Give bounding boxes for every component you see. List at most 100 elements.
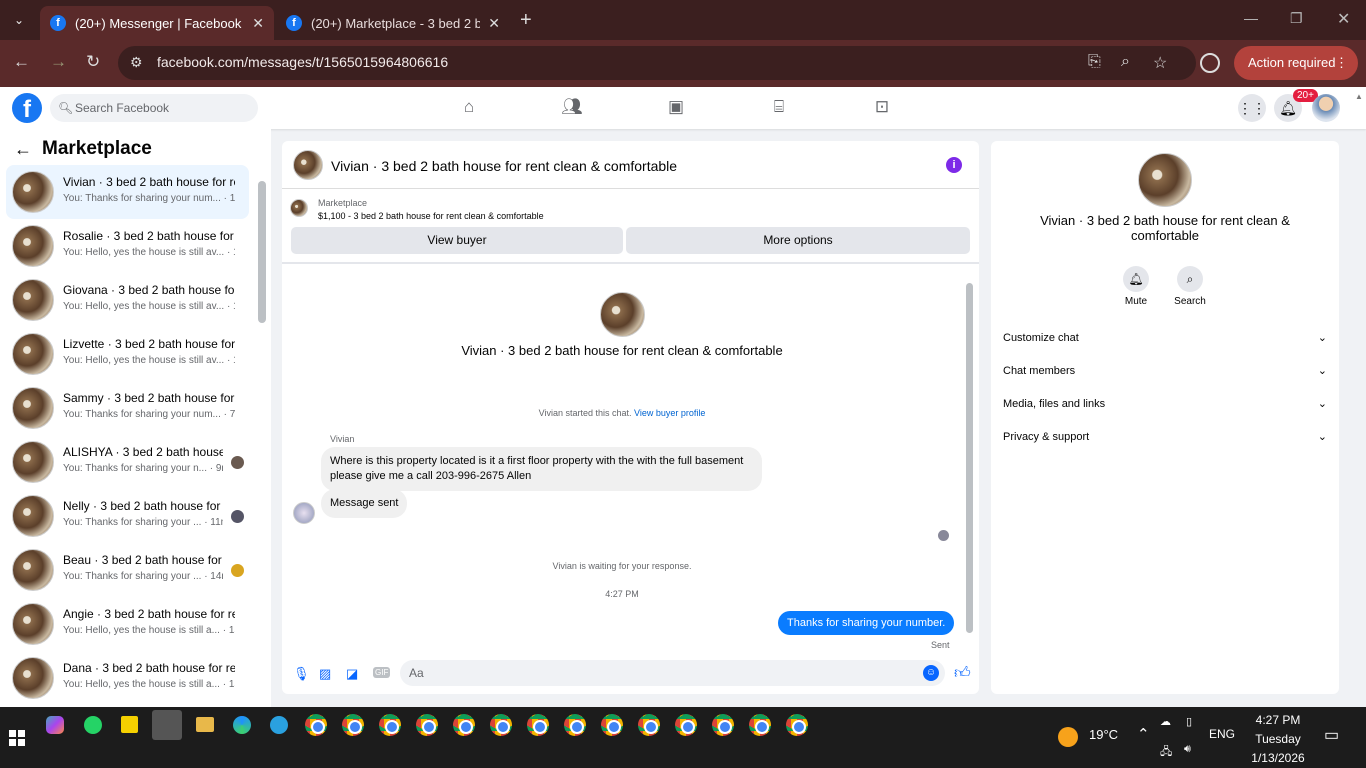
close-tab-icon[interactable]: ✕ (252, 15, 264, 32)
restore-icon[interactable]: ❐ (1290, 10, 1303, 27)
menu-grid-icon[interactable]: ⋮⋮ (1238, 94, 1266, 122)
chrome-icon[interactable] (638, 714, 660, 736)
chrome-icon[interactable] (416, 714, 438, 736)
privacy-support-section[interactable]: Privacy & support ⌄ (1003, 431, 1327, 443)
chrome-icon[interactable] (786, 714, 808, 736)
bookmark-star-icon[interactable]: ☆ (1153, 53, 1167, 73)
chrome-icon[interactable] (601, 714, 623, 736)
search-icon[interactable]: ⌕ (1177, 266, 1203, 292)
account-avatar[interactable] (1312, 94, 1340, 122)
conversation-item[interactable]: Angie · 3 bed 2 bath house for rent You: … (6, 597, 249, 651)
like-icon[interactable]: 👍︎ (954, 664, 971, 683)
chrome-icon[interactable] (749, 714, 771, 736)
listing-title[interactable]: $1,100 - 3 bed 2 bath house for rent cle… (318, 211, 544, 221)
chrome-icon[interactable] (305, 714, 327, 736)
tab-marketplace[interactable]: f (20+) Marketplace - 3 bed 2 bat ✕ (276, 6, 510, 40)
photo-icon[interactable]: ▨ (319, 666, 331, 682)
view-buyer-button[interactable]: View buyer (291, 227, 623, 254)
language-indicator[interactable]: ENG (1209, 727, 1235, 741)
view-buyer-profile-link[interactable]: View buyer profile (634, 408, 705, 418)
telegram-icon[interactable] (270, 716, 288, 734)
minimize-icon[interactable]: — (1244, 10, 1258, 26)
chrome-icon[interactable] (379, 714, 401, 736)
omnibox[interactable]: ⚙ facebook.com/messages/t/15650159648066… (118, 46, 1196, 80)
action-required-button[interactable]: Action required ⋮ (1234, 46, 1358, 80)
zoom-icon[interactable]: ⌕ (1121, 53, 1130, 71)
clock[interactable]: 4:27 PM Tuesday 1/13/2026 (1237, 711, 1319, 768)
profile-icon[interactable] (1200, 53, 1220, 73)
sidebar-scrollbar[interactable] (258, 181, 266, 323)
conversation-item[interactable]: Rosalie · 3 bed 2 bath house for rent You… (6, 219, 249, 273)
chrome-icon[interactable] (490, 714, 512, 736)
facebook-logo-icon[interactable]: f (12, 93, 42, 123)
chrome-icon[interactable] (342, 714, 364, 736)
sticky-notes-icon[interactable] (121, 716, 138, 733)
menu-dots-icon[interactable]: ⋮ (1335, 46, 1348, 80)
chrome-icon[interactable] (712, 714, 734, 736)
conversation-item[interactable]: Nelly · 3 bed 2 bath house for rent You: … (6, 489, 249, 543)
microphone-icon[interactable]: 🎙︎ (293, 666, 310, 682)
conversation-item[interactable]: ALISHYA · 3 bed 2 bath house for rent You… (6, 435, 249, 489)
forward-icon[interactable]: → (50, 52, 67, 72)
onedrive-icon[interactable]: ☁ (1160, 715, 1171, 728)
tab-messenger[interactable]: f (20+) Messenger | Facebook ✕ (40, 6, 274, 40)
page-scroll-up-icon[interactable]: ▲ (1355, 92, 1363, 101)
back-icon[interactable]: ← (13, 52, 30, 72)
friends-icon[interactable]: 👥︎ (561, 97, 583, 119)
edge-icon[interactable] (233, 716, 251, 734)
conversation-item[interactable]: Vivian · 3 bed 2 bath house for rent cle… (6, 165, 249, 219)
url-text[interactable]: facebook.com/messages/t/1565015964806616 (157, 54, 448, 70)
windows-start-icon[interactable] (9, 730, 25, 746)
home-icon[interactable]: ⌂ (458, 97, 480, 119)
network-icon[interactable]: 🖧︎ (1160, 743, 1172, 762)
search-input[interactable]: 🔍︎ Search Facebook (50, 94, 258, 122)
file-explorer-icon[interactable] (196, 717, 214, 732)
more-options-button[interactable]: More options (626, 227, 970, 254)
emoji-icon[interactable]: ☺ (923, 665, 939, 681)
chevron-up-icon[interactable]: ⌃ (1137, 725, 1150, 743)
conversation-item[interactable]: Lizvette · 3 bed 2 bath house for rent Yo… (6, 327, 249, 381)
conversation-item[interactable]: Giovana · 3 bed 2 bath house for rent You… (6, 273, 249, 327)
customize-chat-section[interactable]: Customize chat ⌄ (1003, 332, 1327, 344)
install-app-icon[interactable]: ⎘ (1088, 53, 1101, 71)
chrome-icon[interactable] (453, 714, 475, 736)
incoming-message[interactable]: Where is this property located is it a f… (321, 447, 762, 491)
video-icon[interactable]: ▣ (665, 97, 687, 119)
conversation-preview: You: Thanks for sharing your ... · 11m (63, 517, 223, 528)
marketplace-icon[interactable]: ⌸ (768, 97, 790, 119)
message-input[interactable]: Aa ☺ (400, 660, 945, 686)
chrome-icon[interactable] (527, 714, 549, 736)
sticker-icon[interactable]: ◪ (346, 666, 358, 682)
conversation-item[interactable]: Beau · 3 bed 2 bath house for rent You: T… (6, 543, 249, 597)
app-icon[interactable] (152, 710, 182, 740)
device-icon[interactable]: ▯ (1186, 715, 1192, 728)
avatar[interactable] (293, 150, 323, 180)
close-window-icon[interactable]: ✕ (1337, 9, 1350, 29)
reload-icon[interactable]: ↻ (86, 52, 100, 72)
conversation-item[interactable]: Sammy · 3 bed 2 bath house for rent You: … (6, 381, 249, 435)
chat-members-section[interactable]: Chat members ⌄ (1003, 365, 1327, 377)
notifications-icon[interactable]: ▭ (1324, 725, 1339, 745)
gaming-icon[interactable]: ⊡ (871, 97, 893, 119)
bell-icon[interactable]: 🔔︎ (1123, 266, 1149, 292)
tab-search-icon[interactable]: ⌄ (8, 9, 30, 31)
info-icon[interactable]: i (946, 157, 962, 173)
close-tab-icon[interactable]: ✕ (488, 15, 500, 32)
chrome-icon[interactable] (675, 714, 697, 736)
outgoing-message[interactable]: Thanks for sharing your number. (778, 611, 955, 635)
chat-title[interactable]: Vivian · 3 bed 2 bath house for rent cle… (331, 158, 677, 174)
gif-icon[interactable]: GIF (373, 667, 391, 678)
weather-icon[interactable] (1058, 727, 1078, 747)
chrome-icon[interactable] (564, 714, 586, 736)
chat-scrollbar[interactable] (966, 283, 973, 633)
copilot-icon[interactable] (46, 716, 64, 734)
site-settings-icon[interactable]: ⚙ (130, 54, 143, 71)
volume-icon[interactable]: 🔊︎ (1184, 743, 1191, 756)
new-tab-button[interactable]: + (520, 9, 532, 32)
incoming-message[interactable]: Message sent (321, 489, 408, 518)
whatsapp-icon[interactable] (84, 716, 102, 734)
back-arrow-icon[interactable]: ← (14, 139, 32, 160)
conversation-item[interactable]: Dana · 3 bed 2 bath house for rent You: H… (6, 651, 249, 705)
media-files-links-section[interactable]: Media, files and links ⌄ (1003, 398, 1327, 410)
weather-temp[interactable]: 19°C (1089, 727, 1118, 742)
